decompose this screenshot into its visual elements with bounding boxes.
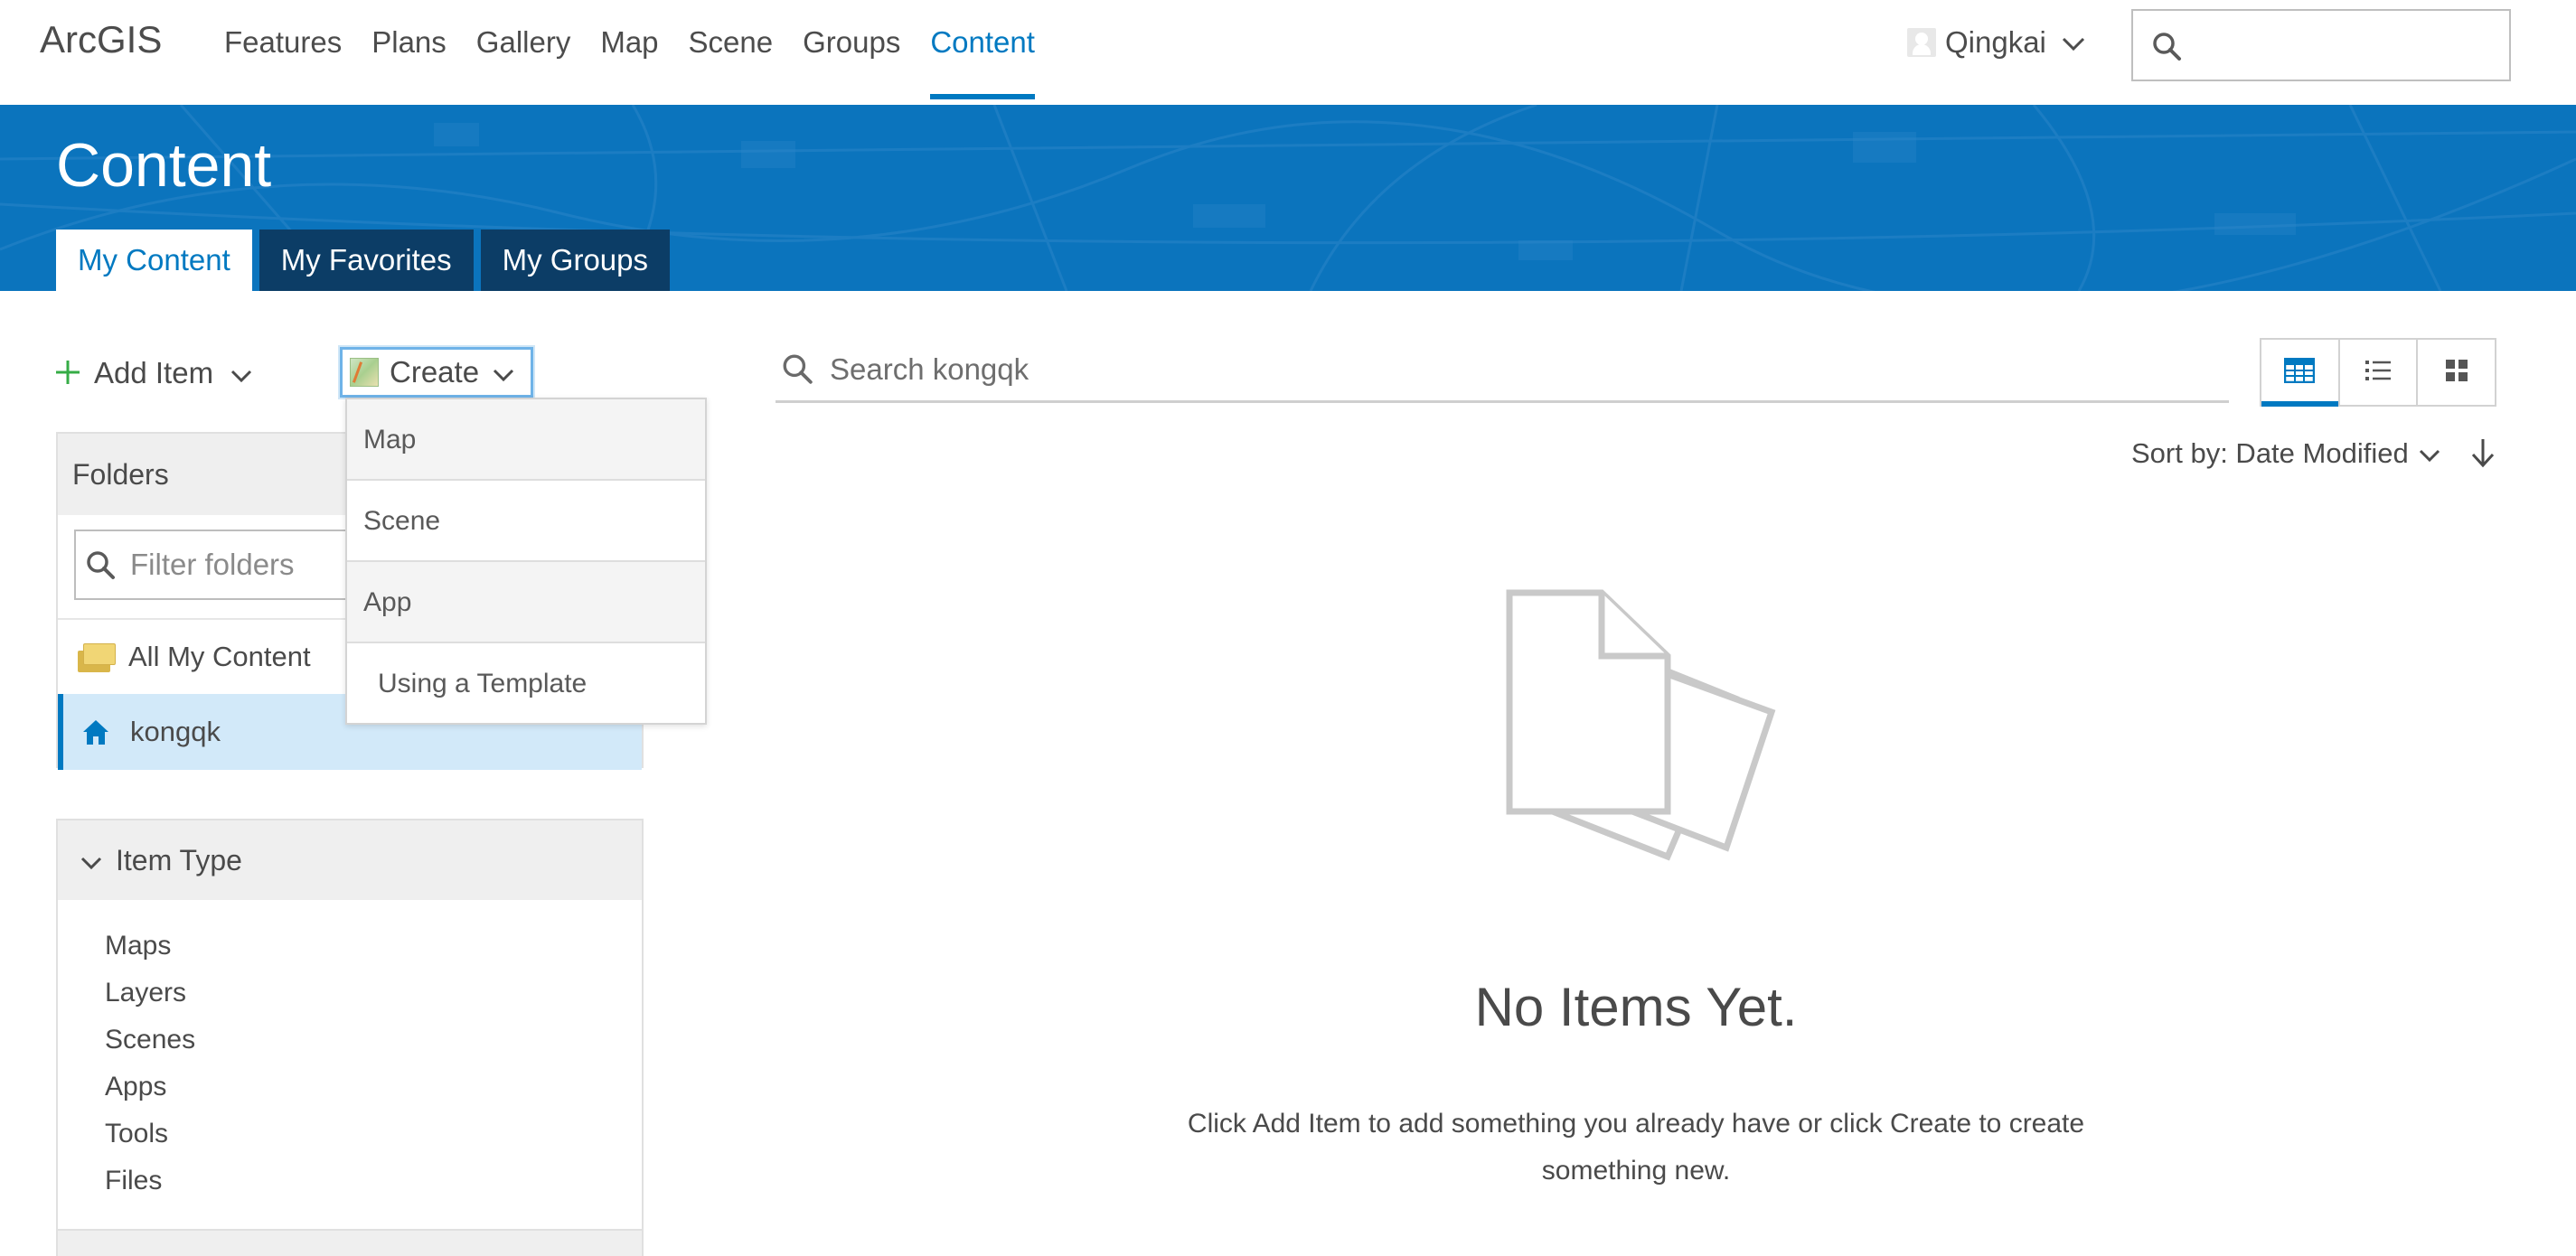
- arcgis-logo[interactable]: ArcGIS: [40, 18, 162, 61]
- add-item-label: Add Item: [94, 356, 214, 389]
- search-icon: [85, 549, 116, 585]
- item-type-filter-panel: Item Type Maps Layers Scenes Apps Tools …: [56, 819, 644, 1256]
- nav-links: Features Plans Gallery Map Scene Groups …: [224, 0, 1065, 105]
- grid-view-button[interactable]: [2418, 340, 2495, 405]
- item-type-toggle[interactable]: Item Type: [58, 820, 642, 900]
- tab-my-favorites[interactable]: My Favorites: [259, 230, 474, 291]
- next-filter-section: [58, 1229, 642, 1256]
- empty-state-message: Click Add Item to add something you alre…: [1094, 1101, 2178, 1195]
- nav-link-plans[interactable]: Plans: [371, 0, 447, 105]
- menu-item-app[interactable]: App: [347, 562, 705, 643]
- folder-label: kongqk: [130, 716, 221, 747]
- table-view-button[interactable]: [2261, 340, 2340, 407]
- search-icon: [2151, 31, 2182, 66]
- chevron-down-icon: [80, 820, 103, 900]
- list-view-icon: [2364, 358, 2392, 388]
- item-type-list: Maps Layers Scenes Apps Tools Files: [58, 900, 642, 1211]
- user-menu[interactable]: Qingkai: [1907, 22, 2086, 63]
- type-filter-maps[interactable]: Maps: [105, 929, 642, 976]
- view-switcher: [2260, 338, 2496, 407]
- empty-state-title: No Items Yet.: [1474, 977, 1798, 1037]
- home-icon: [81, 717, 110, 746]
- folder-icon: [78, 642, 116, 672]
- content-tabs: My Content My Favorites My Groups: [56, 230, 677, 291]
- menu-item-scene[interactable]: Scene: [347, 481, 705, 562]
- avatar: [1907, 28, 1936, 57]
- empty-documents-illustration: [1500, 586, 1790, 897]
- plus-icon: [54, 355, 81, 391]
- sort-direction-button[interactable]: [2469, 437, 2496, 473]
- item-type-heading: Item Type: [116, 844, 242, 876]
- empty-state-line-2: something new.: [1541, 1156, 1731, 1186]
- create-button[interactable]: Create: [340, 347, 533, 398]
- create-label: Create: [390, 355, 480, 389]
- chevron-down-icon: [492, 355, 515, 389]
- empty-state-line-1: Click Add Item to add something you alre…: [1187, 1109, 2085, 1139]
- nav-link-gallery[interactable]: Gallery: [476, 0, 571, 105]
- nav-link-features[interactable]: Features: [224, 0, 342, 105]
- nav-link-scene[interactable]: Scene: [689, 0, 774, 105]
- create-dropdown-menu: Map Scene App Using a Template: [345, 398, 707, 725]
- chevron-down-icon: [230, 356, 253, 390]
- type-filter-layers[interactable]: Layers: [105, 976, 642, 1023]
- sort-label: Sort by: Date Modified: [2131, 437, 2409, 469]
- page-title: Content: [56, 131, 272, 200]
- menu-item-using-template[interactable]: Using a Template: [347, 643, 705, 723]
- table-view-icon: [2284, 357, 2316, 388]
- global-search-input[interactable]: [2131, 9, 2511, 81]
- sort-dropdown[interactable]: Sort by: Date Modified: [2131, 434, 2441, 473]
- nav-link-groups[interactable]: Groups: [803, 0, 900, 105]
- type-filter-scenes[interactable]: Scenes: [105, 1023, 642, 1070]
- add-item-button[interactable]: Add Item: [54, 351, 253, 396]
- user-name: Qingkai: [1945, 25, 2046, 59]
- tab-my-content[interactable]: My Content: [56, 230, 252, 291]
- type-filter-tools[interactable]: Tools: [105, 1117, 642, 1164]
- content-search-input[interactable]: [830, 343, 2186, 396]
- nav-link-map[interactable]: Map: [600, 0, 658, 105]
- chevron-down-icon: [2061, 25, 2086, 60]
- type-filter-files[interactable]: Files: [105, 1164, 642, 1211]
- search-icon: [781, 352, 813, 389]
- create-map-icon: [350, 358, 379, 387]
- arrow-down-icon: [2469, 439, 2496, 472]
- tab-my-groups[interactable]: My Groups: [480, 230, 670, 291]
- type-filter-apps[interactable]: Apps: [105, 1070, 642, 1117]
- grid-view-icon: [2445, 359, 2468, 387]
- folder-label: All My Content: [128, 641, 311, 672]
- nav-link-content[interactable]: Content: [930, 0, 1035, 105]
- menu-item-map[interactable]: Map: [347, 399, 705, 481]
- chevron-down-icon: [2418, 437, 2441, 470]
- top-navigation: ArcGIS Features Plans Gallery Map Scene …: [0, 0, 2576, 105]
- content-banner: Content My Content My Favorites My Group…: [0, 105, 2576, 291]
- content-search[interactable]: [776, 340, 2229, 403]
- list-view-button[interactable]: [2340, 340, 2419, 405]
